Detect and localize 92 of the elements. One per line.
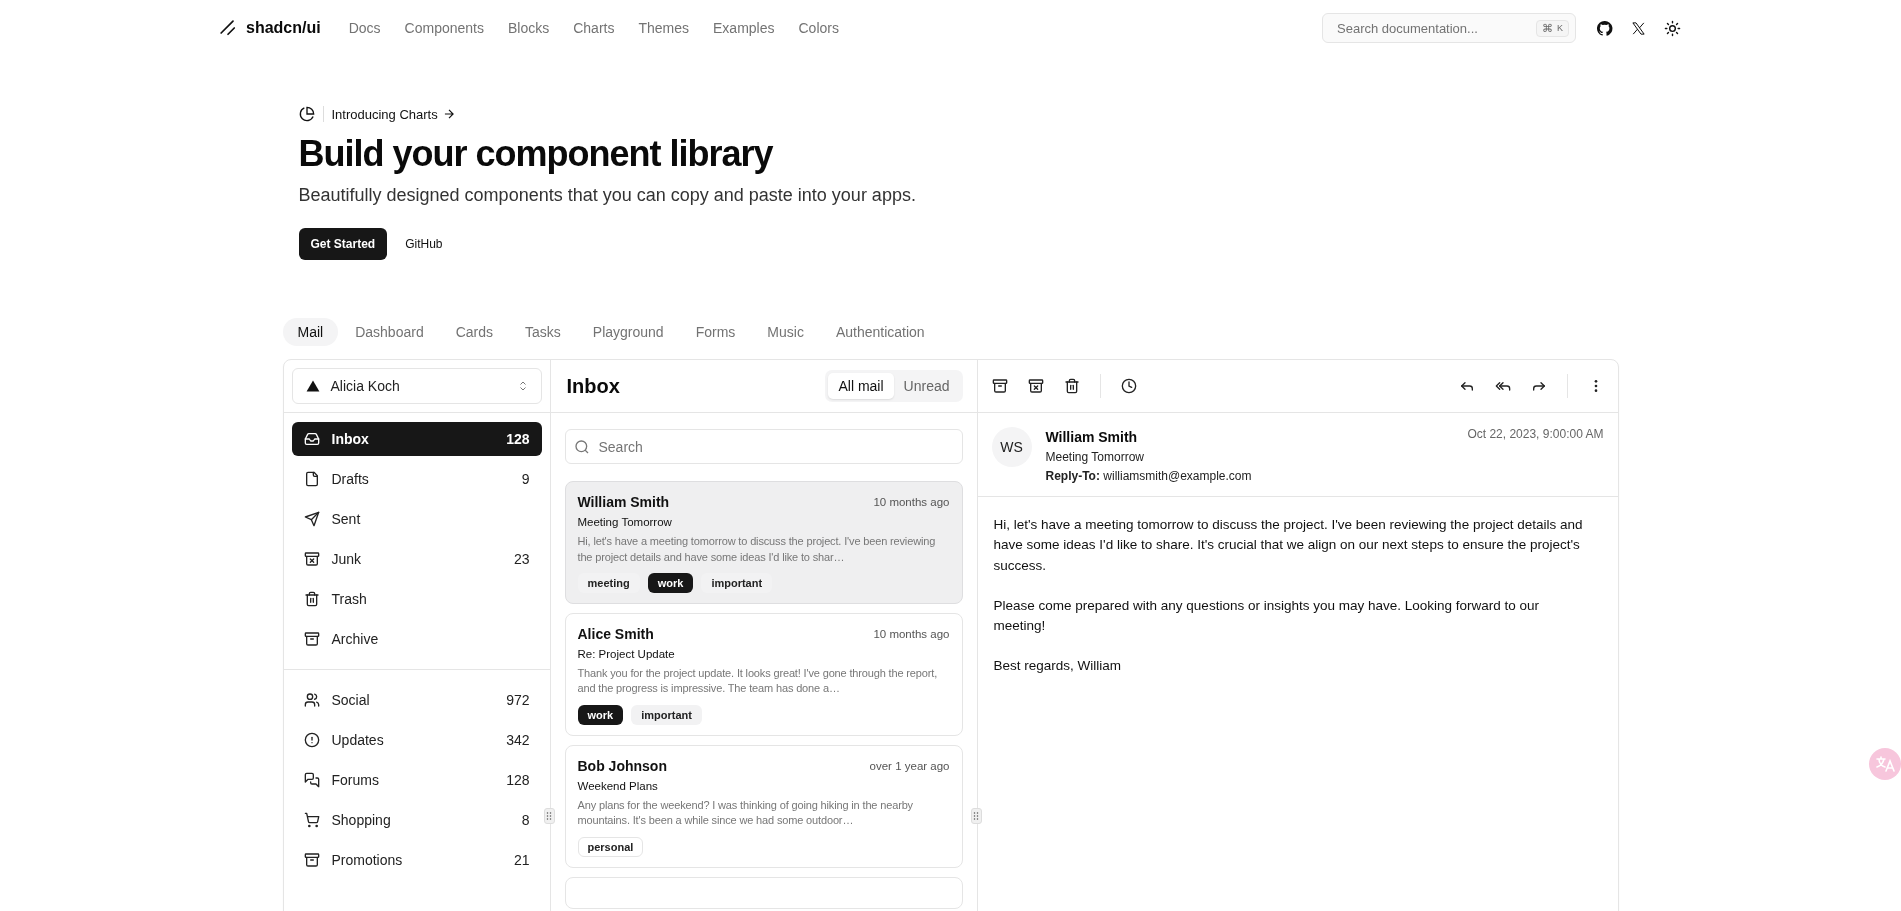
folder-item[interactable]: Junk 23 [291,542,542,577]
example-tab[interactable]: Dashboard [340,318,439,347]
reply-to-address: williamsmith@example.com [1103,469,1252,484]
tag: personal [577,836,644,857]
message-date: Oct 22, 2023, 9:00:00 AM [1467,427,1604,442]
message-subject: Meeting Tomorrow [1045,450,1145,465]
search-icon [573,439,590,456]
folder-item[interactable]: Archive [291,622,542,657]
nav-link[interactable]: Colors [798,20,839,36]
folder-item[interactable]: Sent [291,502,542,537]
archive-icon [303,631,320,648]
x-logo-icon[interactable] [1629,20,1648,36]
archive-icon[interactable] [991,378,1008,395]
message-preview: Hi, let's have a meeting tomorrow to discuss the project. I've been reviewing the project details and have some ideas I'd like to shar… [577,534,937,565]
sender-name: Alice Smith [577,625,654,642]
folder-item[interactable]: Inbox 128 [291,422,542,457]
triangle-icon [304,378,321,395]
tag: work [577,704,624,725]
message-subject: Meeting Tomorrow [577,516,673,529]
message-card[interactable] [564,481,963,604]
message-time: over 1 year ago [869,759,950,772]
message-paragraph: Hi, let's have a meeting tomorrow to discuss the project. I've been reviewing the project details and have some ideas I'd like to share. It's crucial that we align on our next steps to ensure the project's success. [993,516,1584,575]
clock-icon[interactable] [1120,378,1137,395]
message-card[interactable]: Alice Smith 10 months ago Re: Project Update Thank you for the project update. It looks great! I've gone through the report, and the progress is impressive. The team has done a… work important [564,612,963,736]
github-icon[interactable] [1594,19,1615,37]
cart-icon [303,812,320,829]
tag: important [631,704,702,725]
example-tab[interactable]: Playground [577,318,679,347]
message-time: 10 months ago [873,496,950,509]
inbox-title: Inbox [566,374,620,398]
category-item[interactable]: Social 972 [291,683,542,718]
inbox-icon [303,431,320,448]
nav-link[interactable]: Components [404,20,484,36]
trash-icon [303,591,320,608]
message-subject: Weekend Plans [577,779,659,792]
archive-x-icon[interactable] [1027,378,1044,395]
message-preview: Any plans for the weekend? I was thinking of going hiking in the nearby mountains. It's been a while since we had some outdoor… [577,797,914,829]
file-icon [303,471,320,488]
alert-circle-icon [303,732,320,749]
nav-link[interactable]: Themes [638,20,690,36]
example-tab[interactable]: Cards [440,318,509,347]
chat-bubbles-icon [303,772,320,789]
sun-icon[interactable] [1662,19,1683,37]
message-card[interactable]: Bob Johnson over 1 year ago Weekend Plans Any plans for the weekend? I was thinking of going hiking in the nearby mountains. It's been a while since we had some outdoor… personal [564,744,963,868]
resize-handle[interactable] [970,808,982,825]
announcement-link[interactable]: Introducing Charts [331,106,438,122]
filter-tab[interactable]: Unread [893,373,960,400]
send-icon [303,511,320,528]
message-preview: Thank you for the project update. It looks great! I've gone through the report, and the progress is impressive. The team has done a… [577,665,939,697]
folder-item[interactable]: Drafts 9 [291,462,542,497]
example-tab[interactable]: Forms [680,318,751,347]
search-placeholder: Search documentation... [1337,20,1478,36]
message-paragraph: Best regards, William [993,657,1123,676]
github-button[interactable]: GitHub [393,228,455,261]
search-field[interactable]: Search documentation... ⌘ K [1322,13,1576,43]
category-item[interactable]: Promotions 21 [291,843,542,878]
category-item[interactable]: Updates 342 [291,723,542,758]
nav-link[interactable]: Examples [713,20,775,36]
tag: work [647,572,694,593]
pie-chart-icon [298,106,315,122]
site-logo[interactable]: shadcn/ui [246,19,321,37]
search-field[interactable]: Search [564,429,963,465]
archive-x-icon [303,551,320,568]
sender-name: William Smith [1045,429,1139,446]
avatar: WS [991,427,1032,468]
account-switcher[interactable]: Alicia Koch [291,368,542,405]
message-subject: Re: Project Update [577,647,676,660]
nav-link[interactable]: Charts [573,20,615,36]
category-item[interactable]: Shopping 8 [291,803,542,838]
trash-icon[interactable] [1063,378,1080,395]
nav-link[interactable]: Blocks [508,20,550,36]
users-icon [303,692,320,709]
sender-name: Bob Johnson [577,757,667,774]
category-item[interactable]: Forums 128 [291,763,542,798]
resize-handle[interactable] [543,808,555,825]
sender-name: William Smith [577,494,670,511]
nav-link[interactable]: Docs [348,20,381,36]
example-tab[interactable]: Tasks [510,318,576,347]
message-time: 10 months ago [873,627,950,640]
filter-tab[interactable]: All mail [828,373,894,400]
example-tab[interactable]: Music [752,318,819,347]
folder-item[interactable]: Trash [291,582,542,617]
hero-subtitle: Beautifully designed components that you can copy and paste into your apps. [298,185,917,207]
archive-icon [303,852,320,869]
keyboard-shortcut: ⌘ K [1536,19,1569,37]
reply-to-label: Reply-To: [1045,469,1100,484]
example-tab[interactable]: Authentication [820,318,940,347]
get-started-button[interactable]: Get Started [298,228,388,261]
message-paragraph: Please come prepared with any questions or insights you may have. Looking forward to our meeting! [993,596,1541,636]
logo-icon[interactable] [218,18,238,38]
example-tab[interactable]: Mail [282,318,339,347]
hero-title: Build your component library [298,132,774,176]
